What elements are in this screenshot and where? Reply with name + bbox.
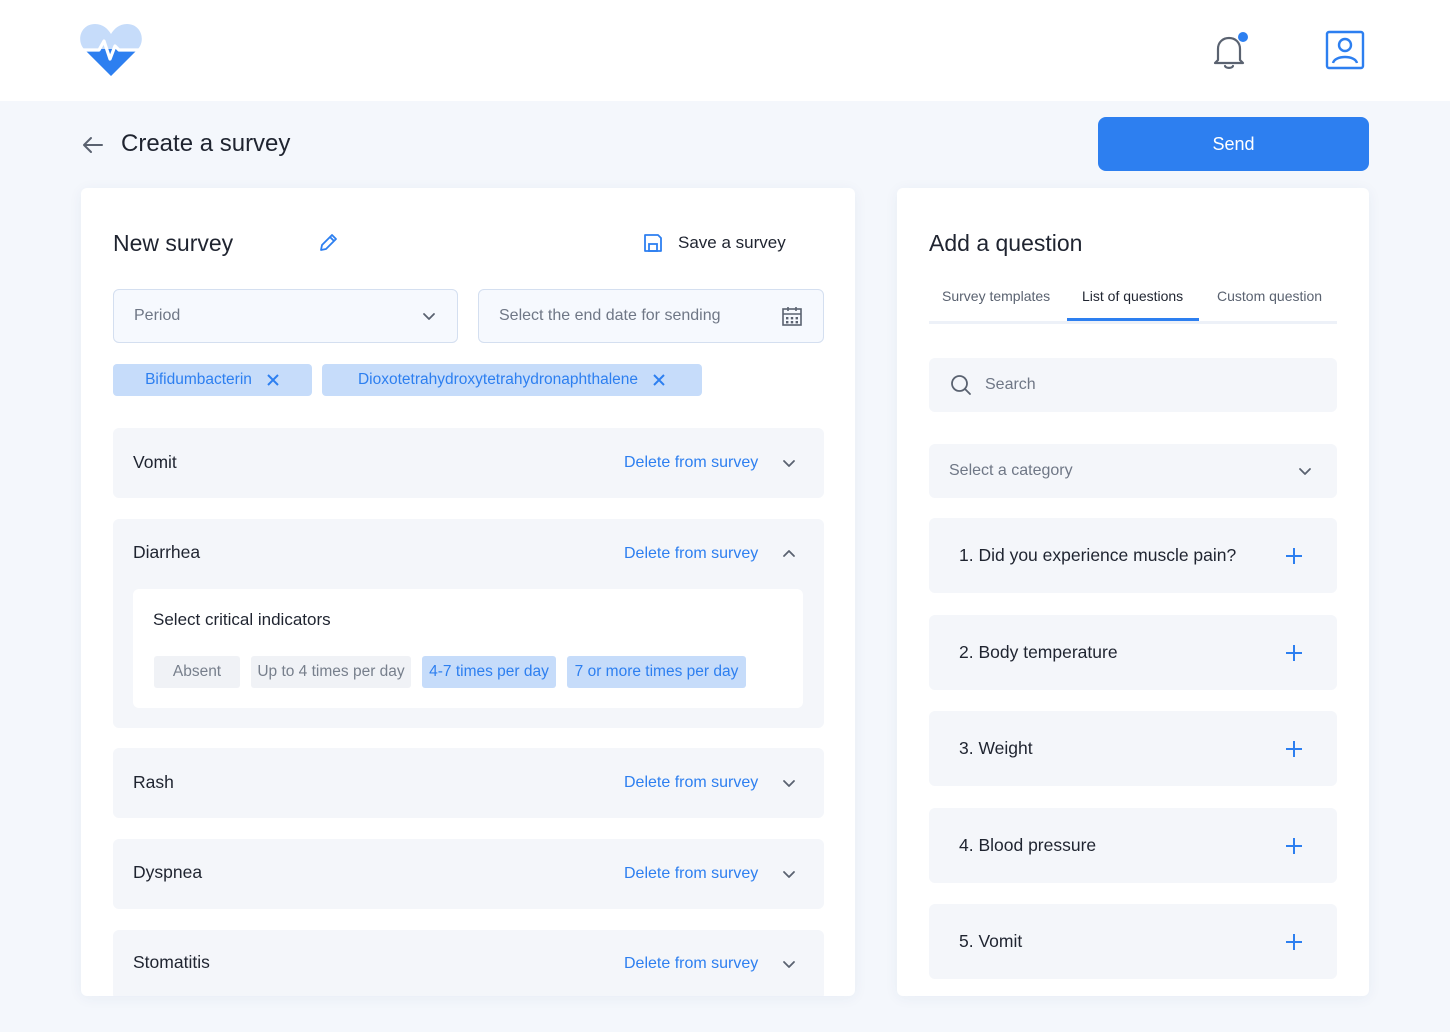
chevron-down-icon[interactable] xyxy=(781,866,797,882)
top-bar xyxy=(0,0,1450,101)
chevron-down-icon[interactable] xyxy=(781,956,797,972)
search-icon xyxy=(951,375,971,395)
add-question-title: Add a question xyxy=(929,230,1083,256)
survey-question-item[interactable]: Dyspnea Delete from survey xyxy=(113,839,824,909)
chevron-down-icon xyxy=(423,313,435,320)
survey-question-item[interactable]: Diarrhea Delete from survey Select criti… xyxy=(113,519,824,728)
save-survey-button[interactable]: Save a survey xyxy=(642,230,786,256)
active-tab-indicator xyxy=(1067,318,1199,321)
back-arrow-icon[interactable] xyxy=(80,134,106,156)
survey-name: New survey xyxy=(113,230,234,256)
survey-editor-panel: New survey Save a survey Period Select t… xyxy=(81,188,855,996)
question-text: 3. Weight xyxy=(959,738,1033,758)
chevron-up-icon[interactable] xyxy=(781,546,797,562)
plus-icon[interactable] xyxy=(1285,740,1303,758)
bell-icon[interactable] xyxy=(1210,30,1248,70)
end-date-placeholder: Select the end date for sending xyxy=(499,307,721,324)
survey-question-name: Dyspnea xyxy=(133,862,203,882)
question-text: 2. Body temperature xyxy=(959,642,1118,662)
medication-tag: Dioxotetrahydroxytetrahydronaphthalene xyxy=(322,364,702,396)
page-title: Create a survey xyxy=(121,130,291,157)
chevron-down-icon[interactable] xyxy=(781,455,797,471)
indicator-chip-up-to-4[interactable]: Up to 4 times per day xyxy=(251,656,411,688)
question-text: 5. Vomit xyxy=(959,931,1023,951)
calendar-icon xyxy=(782,307,802,326)
plus-icon[interactable] xyxy=(1285,837,1303,855)
medication-tag: Bifidumbacterin xyxy=(113,364,312,396)
survey-question-name: Rash xyxy=(133,772,174,792)
add-question-panel: Add a question Survey templates List of … xyxy=(897,188,1369,996)
tag-label: Dioxotetrahydroxytetrahydronaphthalene xyxy=(357,371,639,388)
question-text: 4. Blood pressure xyxy=(959,835,1097,855)
search-input[interactable] xyxy=(985,376,1305,394)
plus-icon[interactable] xyxy=(1285,547,1303,565)
question-search xyxy=(929,358,1337,412)
tag-label: Bifidumbacterin xyxy=(145,371,252,388)
tab-survey-templates[interactable]: Survey templates xyxy=(942,288,1050,304)
user-profile-icon[interactable] xyxy=(1325,30,1365,70)
send-button[interactable]: Send xyxy=(1098,117,1369,171)
period-select[interactable]: Period xyxy=(113,289,458,343)
save-survey-label: Save a survey xyxy=(678,233,786,252)
heart-pulse-logo[interactable] xyxy=(79,22,143,78)
floppy-disk-icon xyxy=(644,234,662,252)
survey-question-name: Vomit xyxy=(133,452,177,472)
indicator-chip-4-7[interactable]: 4-7 times per day xyxy=(422,656,556,688)
critical-indicators-box: Select critical indicators Absent Up to … xyxy=(133,589,803,708)
survey-question-item[interactable]: Vomit Delete from survey xyxy=(113,428,824,498)
category-placeholder: Select a category xyxy=(949,462,1073,479)
chevron-down-icon[interactable] xyxy=(781,775,797,791)
question-source-tabs: Survey templates List of questions Custo… xyxy=(929,284,1337,324)
survey-question-item[interactable]: Rash Delete from survey xyxy=(113,748,824,818)
question-text: 1. Did you experience muscle pain? xyxy=(959,545,1237,565)
survey-question-name: Diarrhea xyxy=(133,542,201,562)
close-icon[interactable] xyxy=(266,373,280,387)
period-placeholder: Period xyxy=(134,307,181,324)
survey-question-name: Stomatitis xyxy=(133,952,210,972)
survey-question-item[interactable]: Stomatitis Delete from survey xyxy=(113,930,824,996)
plus-icon[interactable] xyxy=(1285,933,1303,951)
question-list-item[interactable]: 2. Body temperature xyxy=(929,615,1337,690)
close-icon[interactable] xyxy=(652,373,666,387)
edit-pencil-icon[interactable] xyxy=(317,232,339,254)
plus-icon[interactable] xyxy=(1285,644,1303,662)
delete-from-survey-link[interactable]: Delete from survey xyxy=(624,865,758,883)
tab-list-of-questions[interactable]: List of questions xyxy=(1082,288,1183,304)
question-list-item[interactable]: 3. Weight xyxy=(929,711,1337,786)
indicator-chip-7-or-more[interactable]: 7 or more times per day xyxy=(567,656,746,688)
delete-from-survey-link[interactable]: Delete from survey xyxy=(624,545,758,563)
tab-custom-question[interactable]: Custom question xyxy=(1217,288,1322,304)
question-list-item[interactable]: 1. Did you experience muscle pain? xyxy=(929,518,1337,593)
indicator-chip-absent[interactable]: Absent xyxy=(154,656,240,688)
question-list-item[interactable]: 5. Vomit xyxy=(929,904,1337,979)
category-select[interactable]: Select a category xyxy=(929,444,1337,498)
end-date-picker[interactable]: Select the end date for sending xyxy=(478,289,824,343)
delete-from-survey-link[interactable]: Delete from survey xyxy=(624,774,758,792)
chevron-down-icon xyxy=(1299,468,1311,475)
critical-indicators-title: Select critical indicators xyxy=(153,610,331,629)
delete-from-survey-link[interactable]: Delete from survey xyxy=(624,955,758,973)
delete-from-survey-link[interactable]: Delete from survey xyxy=(624,454,758,472)
question-list-item[interactable]: 4. Blood pressure xyxy=(929,808,1337,883)
